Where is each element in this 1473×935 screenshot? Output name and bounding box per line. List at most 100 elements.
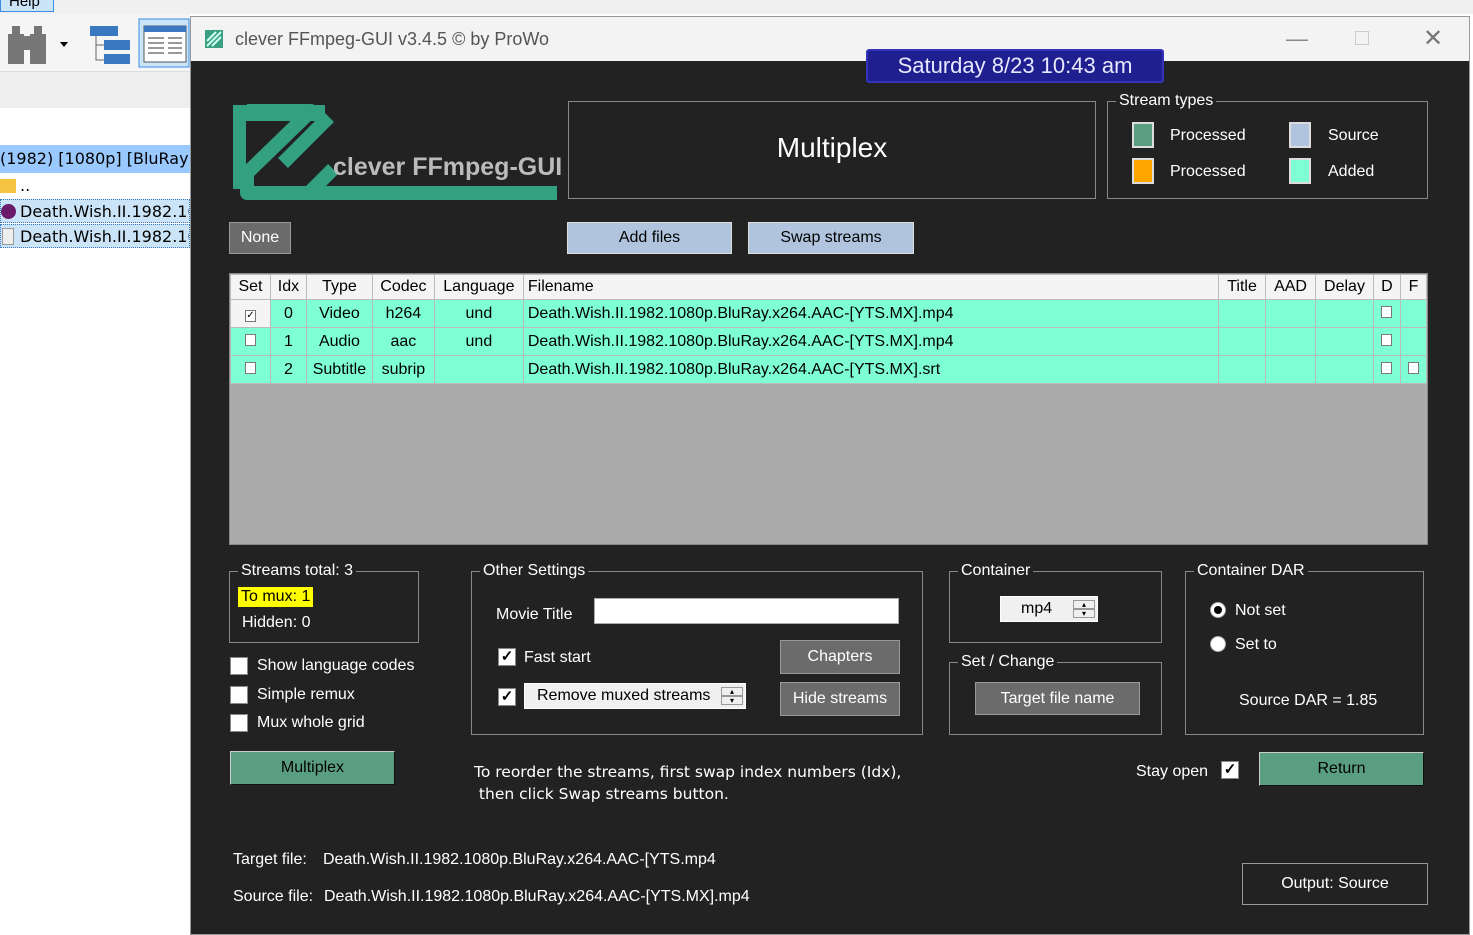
set-checkbox[interactable] xyxy=(244,361,256,374)
cell-f[interactable] xyxy=(1399,355,1428,384)
cell-title[interactable] xyxy=(1218,299,1267,328)
cell-aad[interactable] xyxy=(1265,355,1316,384)
binoculars-icon[interactable] xyxy=(6,22,70,66)
cell-delay[interactable] xyxy=(1315,355,1374,384)
cell-filename[interactable]: Death.Wish.II.1982.1080p.BluRay.x264.AAC… xyxy=(522,355,1220,384)
container-format-spinner[interactable]: mp4 ▴ ▾ xyxy=(1000,596,1098,622)
cell-delay[interactable] xyxy=(1315,299,1374,328)
cell-language[interactable] xyxy=(433,355,524,384)
hide-streams-button[interactable]: Hide streams xyxy=(780,682,900,716)
file-item-parent[interactable]: .. xyxy=(0,174,190,198)
menu-help[interactable]: Help xyxy=(0,0,54,12)
table-header: Set Idx Type Codec Language Filename Title AAD D… xyxy=(230,274,1428,300)
cell-title[interactable] xyxy=(1218,327,1267,356)
spin-up-button[interactable]: ▴ xyxy=(1073,600,1095,609)
app-logo xyxy=(233,104,557,200)
column-header[interactable]: Type xyxy=(305,274,373,300)
multiplex-window: clever FFmpeg-GUI v3.4.5 © by ProWo — ✕ … xyxy=(190,16,1470,935)
column-header[interactable]: Language xyxy=(433,274,524,300)
mux-whole-grid-checkbox[interactable] xyxy=(230,714,248,732)
table-row[interactable]: 2 Subtitle subrip Death.Wish.II.1982.1080p.… xyxy=(230,355,1428,384)
spin-down-button[interactable]: ▾ xyxy=(721,696,743,705)
remove-streams-checkbox[interactable]: ✓ xyxy=(498,688,516,706)
add-files-button[interactable]: Add files xyxy=(567,222,732,254)
cell-aad[interactable] xyxy=(1265,327,1316,356)
cell-d[interactable] xyxy=(1372,299,1401,328)
stay-open-label: Stay open xyxy=(1136,763,1209,780)
movie-title-input[interactable] xyxy=(594,598,899,624)
file-item-subtitle[interactable]: Death.Wish.II.1982.1080p xyxy=(0,224,190,248)
column-header[interactable]: Idx xyxy=(269,274,307,300)
d-checkbox[interactable] xyxy=(1381,305,1393,318)
column-header[interactable]: Delay xyxy=(1315,274,1374,300)
column-header[interactable]: D xyxy=(1372,274,1401,300)
cell-d[interactable] xyxy=(1372,355,1401,384)
column-header[interactable]: Codec xyxy=(371,274,435,300)
fast-start-checkbox[interactable]: ✓ xyxy=(498,648,516,666)
multiplex-button[interactable]: Multiplex xyxy=(230,751,395,785)
legend-label: Processed xyxy=(1170,163,1246,180)
cell-idx[interactable]: 2 xyxy=(269,355,307,384)
cell-title[interactable] xyxy=(1218,355,1267,384)
cell-filename[interactable]: Death.Wish.II.1982.1080p.BluRay.x264.AAC… xyxy=(522,299,1220,328)
f-checkbox[interactable] xyxy=(1407,361,1419,374)
dar-not-set-radio[interactable] xyxy=(1210,602,1226,618)
cell-idx[interactable]: 1 xyxy=(269,327,307,356)
output-source-button[interactable]: Output: Source xyxy=(1242,863,1428,905)
column-header[interactable]: Title xyxy=(1218,274,1267,300)
dar-set-to-radio[interactable] xyxy=(1210,636,1226,652)
return-button[interactable]: Return xyxy=(1259,752,1424,786)
simple-remux-checkbox[interactable] xyxy=(230,686,248,704)
cell-codec[interactable]: aac xyxy=(371,327,435,356)
cell-set[interactable] xyxy=(230,327,271,356)
title-bar: clever FFmpeg-GUI v3.4.5 © by ProWo — ✕ xyxy=(191,17,1469,61)
spin-down-button[interactable]: ▾ xyxy=(1073,609,1095,618)
cell-d[interactable] xyxy=(1372,327,1401,356)
spin-up-button[interactable]: ▴ xyxy=(721,687,743,696)
target-file-name-button[interactable]: Target file name xyxy=(975,682,1140,715)
set-checkbox[interactable] xyxy=(244,333,256,346)
cell-type[interactable]: Audio xyxy=(305,327,373,356)
minimize-button[interactable]: — xyxy=(1286,17,1308,61)
cell-set[interactable] xyxy=(230,355,271,384)
cell-f[interactable] xyxy=(1399,299,1428,328)
cell-language[interactable]: und xyxy=(433,299,524,328)
cell-set[interactable]: ✓ xyxy=(230,299,271,328)
streams-grid[interactable]: Set Idx Type Codec Language Filename Title AAD D… xyxy=(229,273,1428,545)
cell-type[interactable]: Subtitle xyxy=(305,355,373,384)
remove-mode-spinner[interactable]: Remove muxed streams ▴ ▾ xyxy=(524,683,746,709)
set-checkbox[interactable]: ✓ xyxy=(244,309,256,322)
close-button[interactable]: ✕ xyxy=(1423,17,1443,61)
cell-aad[interactable] xyxy=(1265,299,1316,328)
chapters-button[interactable]: Chapters xyxy=(780,640,900,674)
cell-idx[interactable]: 0 xyxy=(269,299,307,328)
column-header[interactable]: AAD xyxy=(1265,274,1316,300)
maximize-button[interactable] xyxy=(1355,31,1369,45)
swap-streams-button[interactable]: Swap streams xyxy=(748,222,914,254)
column-header[interactable]: F xyxy=(1399,274,1428,300)
cell-delay[interactable] xyxy=(1315,327,1374,356)
tree-view-icon[interactable] xyxy=(88,24,132,66)
none-button[interactable]: None xyxy=(229,222,291,254)
column-header[interactable]: Set xyxy=(230,274,271,300)
cell-type[interactable]: Video xyxy=(305,299,373,328)
window-title: clever FFmpeg-GUI v3.4.5 © by ProWo xyxy=(235,29,550,49)
cell-codec[interactable]: subrip xyxy=(371,355,435,384)
cell-codec[interactable]: h264 xyxy=(371,299,435,328)
d-checkbox[interactable] xyxy=(1381,361,1393,374)
checkbox-label: Mux whole grid xyxy=(257,714,365,731)
cell-f[interactable] xyxy=(1399,327,1428,356)
folder-path[interactable]: (1982) [1080p] [BluRay] xyxy=(0,145,190,173)
source-dar: Source DAR = 1.85 xyxy=(1239,692,1378,709)
table-row[interactable]: 1 Audio aac und Death.Wish.II.1982.1080p.Blu… xyxy=(230,327,1428,356)
file-item-video[interactable]: Death.Wish.II.1982.1080p xyxy=(0,199,190,223)
cell-filename[interactable]: Death.Wish.II.1982.1080p.BluRay.x264.AAC… xyxy=(522,327,1220,356)
column-header[interactable]: Filename xyxy=(522,274,1220,300)
show-language-codes-checkbox[interactable] xyxy=(230,657,248,675)
cell-language[interactable]: und xyxy=(433,327,524,356)
details-view-icon[interactable] xyxy=(138,18,190,68)
table-row[interactable]: ✓ 0 Video h264 und Death.Wish.II.1982.1080p.B… xyxy=(230,299,1428,328)
d-checkbox[interactable] xyxy=(1381,333,1393,346)
stay-open-checkbox[interactable]: ✓ xyxy=(1221,761,1239,779)
stream-types-legend: Stream types Processed Source Processed … xyxy=(1107,91,1428,199)
